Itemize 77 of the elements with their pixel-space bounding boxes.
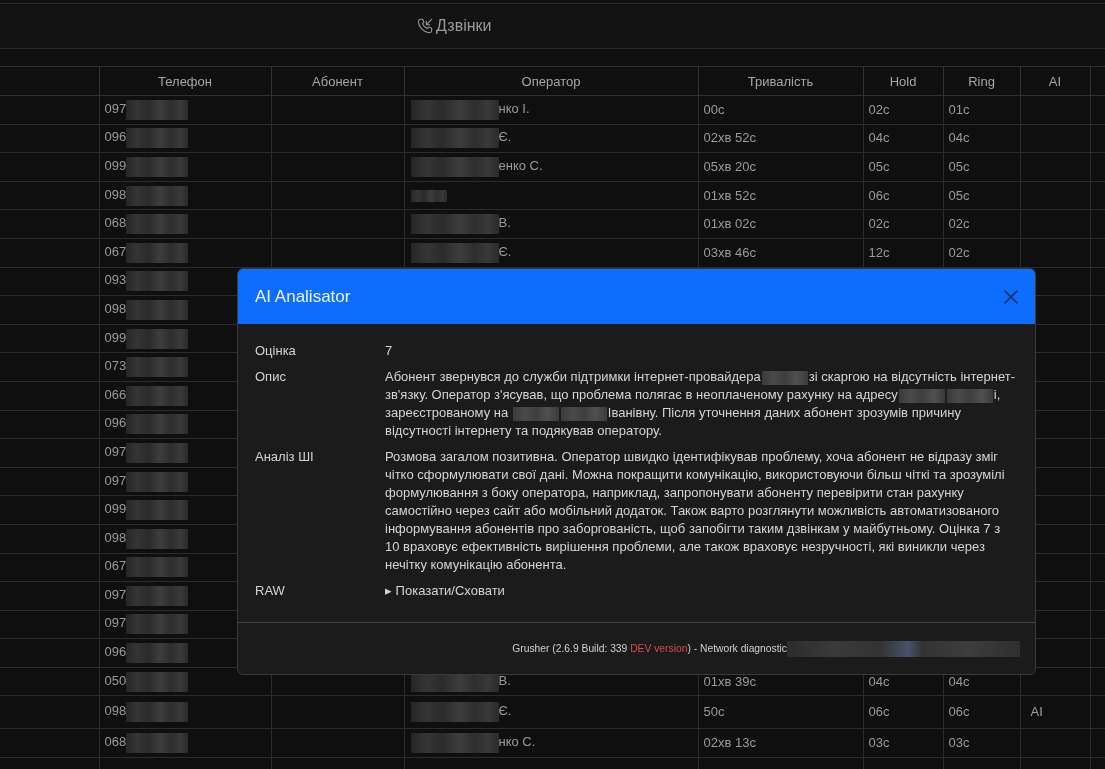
duration-cell: 02хв 52с	[698, 124, 863, 153]
phone-number: 066	[104, 387, 127, 403]
incoming-call-icon	[417, 18, 433, 34]
phone-number: 050	[104, 673, 127, 689]
duration-cell: 00с	[698, 95, 863, 125]
column-header[interactable]: Hold	[863, 66, 943, 96]
operator-name: В.	[498, 215, 511, 231]
ring-cell: 06с	[943, 695, 1020, 729]
operator-name: нко С.	[498, 734, 536, 750]
duration-cell: 02хв 13с	[698, 728, 863, 758]
phone-number: 068	[104, 215, 127, 231]
ring-cell: 03с	[943, 728, 1020, 758]
hold-cell: 12с	[863, 238, 943, 268]
hold-cell: 04с	[863, 124, 943, 153]
duration-cell: 05хв 20с	[698, 152, 863, 182]
phone-number: 067	[104, 244, 127, 260]
phone-number: 099	[104, 501, 127, 517]
hold-cell: 02с	[863, 209, 943, 239]
operator-name: нко І.	[498, 101, 530, 117]
phone-number: 097	[104, 587, 127, 603]
show-hide-toggle[interactable]: ▸ Показати/Сховати	[385, 582, 505, 600]
phone-number: 096	[104, 129, 127, 145]
phone-number: 098	[104, 530, 127, 546]
phone-number: 099	[104, 330, 127, 345]
operator-name: енко С.	[498, 158, 543, 174]
operator-name: Є.	[498, 703, 512, 719]
field-value: Розмова загалом позитивна. Оператор швидко ідентифікував проблему, хоча абонент не відразу зміг чітко сформулювати свої дані. Можна покращити комунікацію, використовуючи більш чіткі та зрозумілі формулювання з боку оператора, наприклад, запропонувати абоненту перевірити стан рахунку самостійно через сайт або мобільний додаток. Також варто розглянути можливість автоматизованого інформування абонентів про заборгованість, щоб запобігти таким дзвінкам у майбутньому. Оцінка 7 з 10 враховує ефективність вирішення проблеми, але також враховує незручності, які виникли через нечітку комунікацію абонента.	[385, 448, 1006, 574]
column-header[interactable]: AI	[1020, 66, 1090, 96]
operator-name: В.	[498, 673, 511, 689]
field-label: Опис	[255, 368, 287, 386]
phone-number: 098	[104, 301, 127, 317]
phone-number: 098	[104, 187, 127, 202]
ring-cell: 02с	[943, 238, 1020, 268]
hold-cell: 06с	[863, 181, 943, 210]
phone-number: 096	[104, 644, 127, 660]
phone-number: 073	[104, 358, 127, 374]
hold-cell: 02с	[863, 95, 943, 125]
ring-cell: 05с	[943, 152, 1020, 182]
field-label: Оцінка	[255, 342, 297, 360]
page-title: Дзвінки	[436, 16, 492, 36]
phone-number: 099	[104, 158, 127, 174]
ai-link[interactable]: AI	[1025, 704, 1043, 720]
duration-cell: 50с	[698, 695, 863, 729]
field-label: Аналіз ШІ	[255, 448, 315, 466]
column-header[interactable]: Тривалість	[698, 66, 863, 96]
dialog-title: AI Analisator	[255, 286, 351, 307]
ring-cell: 01с	[943, 95, 1020, 125]
duration-cell: 01хв 52с	[698, 181, 863, 210]
column-header[interactable]: Абонент	[271, 66, 404, 96]
duration-cell: 01хв 02с	[698, 209, 863, 239]
close-button[interactable]	[1002, 287, 1020, 306]
version-text: Grusher (2.6.9 Build: 339 DEV version) - Network diagnostic	[512, 643, 787, 654]
operator-name: Є.	[498, 244, 512, 260]
hold-cell: 03с	[863, 728, 943, 758]
operator-name: Є.	[498, 129, 512, 145]
phone-number: 097	[104, 615, 127, 631]
phone-number: 068	[104, 734, 127, 750]
phone-number: 096	[104, 415, 127, 431]
ring-cell: 02с	[943, 209, 1020, 239]
field-label: RAW	[255, 582, 286, 600]
ring-cell: 04с	[943, 124, 1020, 153]
phone-number: 067	[104, 558, 127, 574]
phone-number: 097	[104, 472, 127, 488]
hold-cell: 05с	[863, 152, 943, 182]
phone-number: 097	[104, 444, 127, 460]
phone-number: 097	[104, 101, 127, 117]
field-value: 7	[385, 342, 394, 360]
close-icon	[1004, 289, 1018, 304]
duration-cell: 03хв 46с	[698, 238, 863, 268]
hold-cell: 06с	[863, 695, 943, 729]
column-header[interactable]: Оператор	[404, 66, 698, 96]
column-header[interactable]: Телефон	[99, 66, 271, 96]
description-text: Абонент звернувся до служби підтримки інтернет-провайдера зі скаргою на відсутність інтернет-зв'язку. Оператор з'ясував, що проблема полягає в неоплаченому рахунку на адресу і, зареєстрованому на Іванівну. Після уточнення даних абонент зрозумів причину відсутності інтернету та подякував оператору.	[385, 368, 1016, 440]
ring-cell: 05с	[943, 181, 1020, 210]
phone-number: 093	[104, 272, 127, 288]
phone-number: 098	[104, 703, 127, 719]
column-header[interactable]: Ring	[943, 66, 1020, 96]
